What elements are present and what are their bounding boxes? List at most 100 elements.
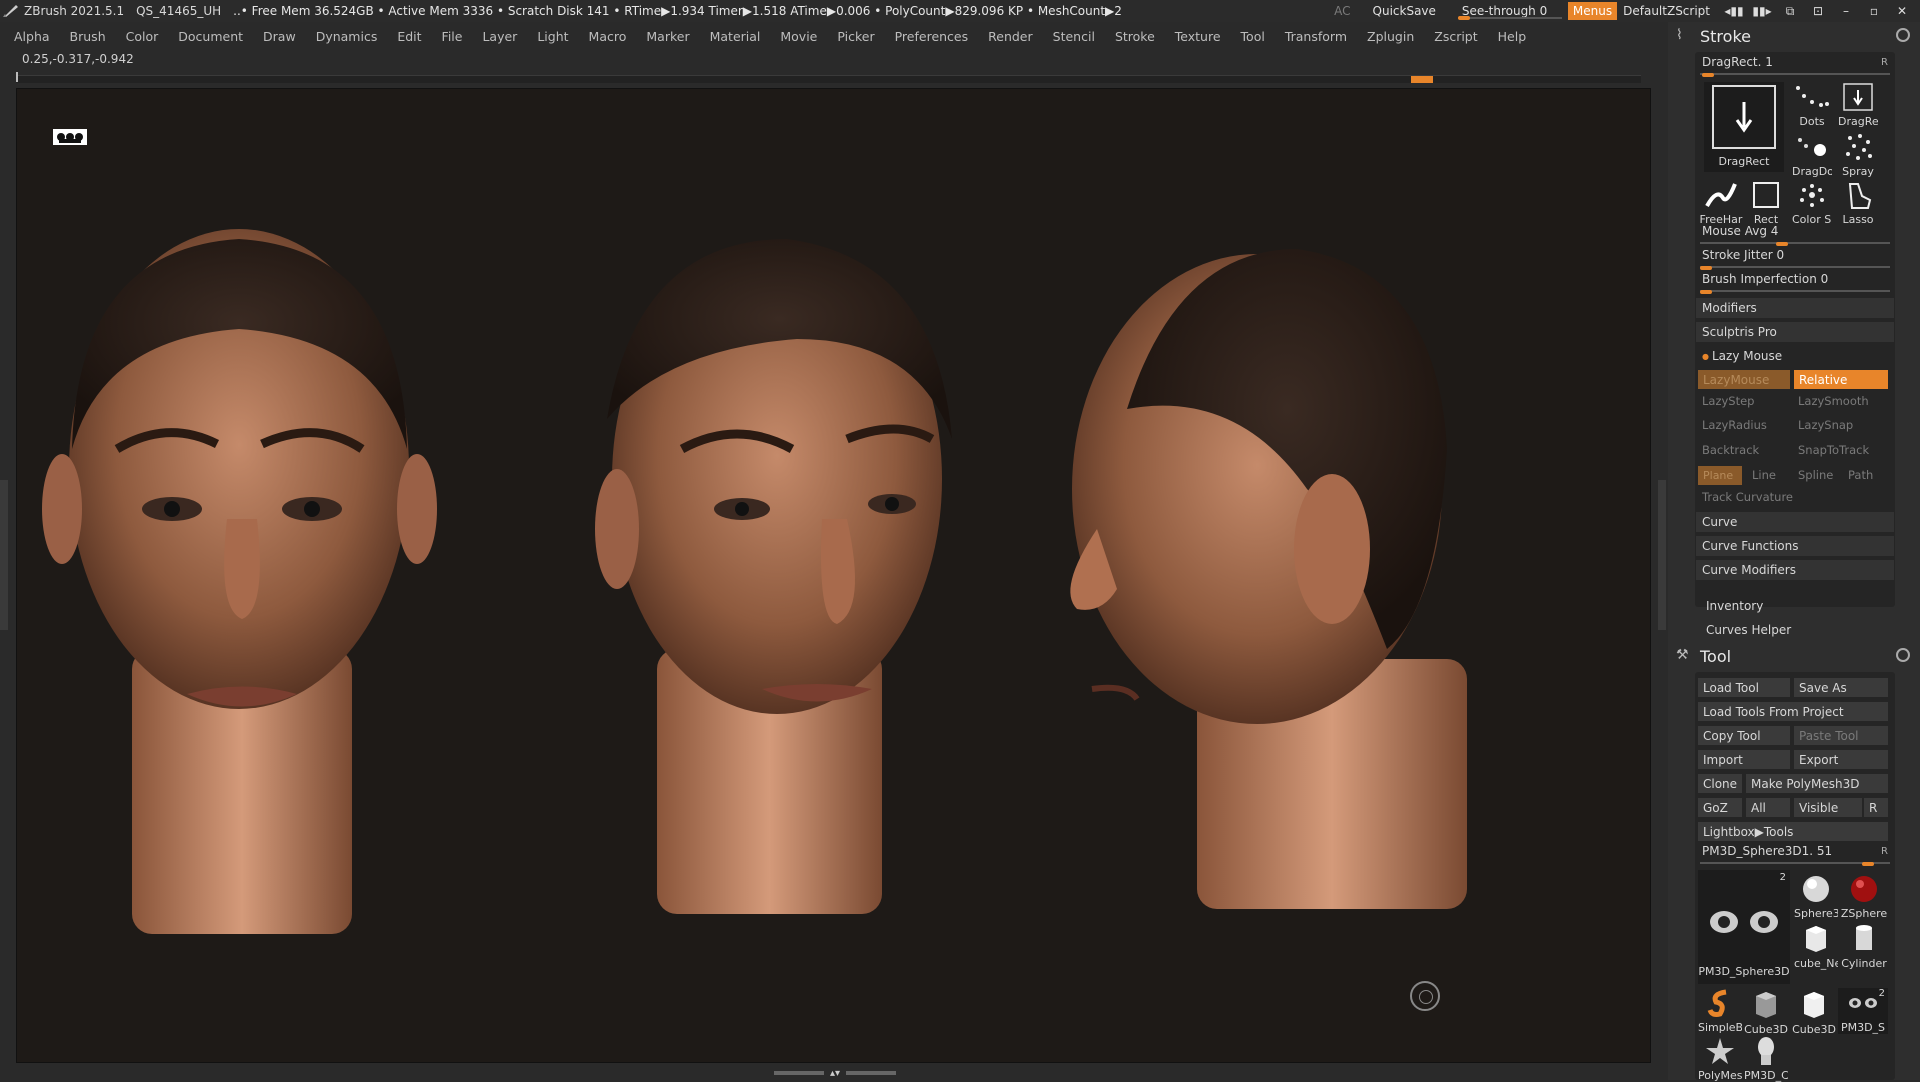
menu-picker[interactable]: Picker (837, 29, 874, 44)
timeline-marker[interactable] (1411, 76, 1433, 83)
import-button[interactable]: Import (1698, 750, 1790, 769)
path-toggle[interactable]: Path (1848, 468, 1873, 482)
load-tool-button[interactable]: Load Tool (1698, 678, 1790, 697)
line-toggle[interactable]: Line (1752, 468, 1776, 482)
menu-zscript[interactable]: Zscript (1434, 29, 1477, 44)
curve-subpalette[interactable]: Curve (1696, 512, 1894, 532)
menu-zplugin[interactable]: Zplugin (1367, 29, 1414, 44)
tool-polymesh-star[interactable]: PolyMes (1698, 1036, 1742, 1082)
expand-arrows-icon[interactable]: ▴▾ (830, 1068, 840, 1079)
menu-alpha[interactable]: Alpha (14, 29, 50, 44)
quicksave-button[interactable]: QuickSave (1373, 4, 1436, 18)
goz-button[interactable]: GoZ (1698, 798, 1742, 817)
menu-file[interactable]: File (442, 29, 463, 44)
snaptotrack-toggle[interactable]: SnapToTrack (1798, 443, 1869, 457)
window-restore-layout-icon[interactable]: ⊡ (1808, 4, 1828, 18)
menu-render[interactable]: Render (988, 29, 1033, 44)
lazysnap-slider[interactable]: LazySnap (1798, 418, 1853, 432)
menu-brush[interactable]: Brush (70, 29, 106, 44)
tool-simplebrush[interactable]: SimpleB (1698, 988, 1742, 1034)
menu-material[interactable]: Material (710, 29, 761, 44)
tool-pm3d-c-head[interactable]: PM3D_C (1744, 1036, 1788, 1082)
menu-marker[interactable]: Marker (646, 29, 689, 44)
lazyradius-slider[interactable]: LazyRadius (1702, 418, 1767, 432)
menu-edit[interactable]: Edit (397, 29, 421, 44)
inventory-subpalette[interactable]: Inventory (1700, 596, 1898, 616)
menu-document[interactable]: Document (178, 29, 243, 44)
stroke-dragrec-small[interactable]: DragRec (1838, 82, 1878, 128)
stroke-dragdot[interactable]: DragDo (1792, 132, 1832, 178)
modifiers-subpalette[interactable]: Modifiers (1696, 298, 1894, 318)
tool-cylinder[interactable]: Cylinder (1840, 922, 1888, 970)
minimize-icon[interactable]: – (1836, 4, 1856, 18)
menu-stencil[interactable]: Stencil (1053, 29, 1095, 44)
stroke-dots[interactable]: Dots (1792, 82, 1832, 128)
maximize-icon[interactable]: ▫ (1864, 4, 1884, 18)
track-curvature-slider[interactable]: Track Curvature (1702, 490, 1793, 504)
current-tool-selector[interactable]: PM3D_Sphere3D1. 51 R (1696, 844, 1894, 866)
dragrect-r-button[interactable]: R (1881, 57, 1888, 68)
brush-imperfection-slider[interactable]: Brush Imperfection 0 (1696, 272, 1894, 294)
save-as-button[interactable]: Save As (1794, 678, 1888, 697)
menus-button[interactable]: Menus (1567, 2, 1618, 20)
tool-cube3d-white[interactable]: Cube3D (1792, 988, 1836, 1036)
stroke-spray[interactable]: Spray (1838, 132, 1878, 178)
stroke-rect[interactable]: Rect (1746, 180, 1786, 226)
stroke-reset-icon[interactable] (1896, 28, 1910, 42)
curves-helper-subpalette[interactable]: Curves Helper (1700, 620, 1898, 640)
document-canvas[interactable] (16, 88, 1651, 1063)
relative-toggle[interactable]: Relative (1794, 370, 1888, 389)
menu-stroke[interactable]: Stroke (1115, 29, 1155, 44)
paste-tool-button[interactable]: Paste Tool (1794, 726, 1888, 745)
menu-color[interactable]: Color (126, 29, 159, 44)
lazysmooth-slider[interactable]: LazySmooth (1798, 394, 1869, 408)
lazymouse-toggle[interactable]: LazyMouse (1698, 370, 1790, 389)
see-through-slider[interactable]: See-through 0 (1457, 2, 1562, 20)
load-tools-from-project-button[interactable]: Load Tools From Project (1698, 702, 1888, 721)
layout-next-icon[interactable]: ▮▮▸ (1752, 4, 1772, 18)
menu-tool[interactable]: Tool (1241, 29, 1265, 44)
menu-macro[interactable]: Macro (589, 29, 627, 44)
timeline-track[interactable] (16, 72, 1641, 83)
bottom-tray-handle[interactable]: ▴▾ (770, 1068, 900, 1079)
lazy-mouse-subpalette[interactable]: ● Lazy Mouse (1696, 346, 1894, 366)
tool-sphere3d[interactable]: Sphere3 (1794, 874, 1838, 920)
dragrect-selector[interactable]: DragRect. 1 R (1696, 55, 1894, 77)
lazystep-slider[interactable]: LazyStep (1702, 394, 1754, 408)
default-zscript-button[interactable]: DefaultZScript (1623, 4, 1710, 18)
layout-prev-icon[interactable]: ◂▮▮ (1724, 4, 1744, 18)
current-tool-r-button[interactable]: R (1881, 846, 1888, 857)
copy-tool-button[interactable]: Copy Tool (1698, 726, 1790, 745)
stroke-colorspray[interactable]: Color Sp (1792, 180, 1832, 226)
sculptris-pro-subpalette[interactable]: Sculptris Pro (1696, 322, 1894, 342)
stroke-palette-header[interactable]: ⌇ Stroke (1668, 22, 1920, 50)
window-layout-icon[interactable]: ⧉ (1780, 4, 1800, 18)
menu-movie[interactable]: Movie (780, 29, 817, 44)
goz-all-button[interactable]: All (1746, 798, 1790, 817)
tool-cube-new[interactable]: cube_Ne (1794, 922, 1838, 970)
menu-draw[interactable]: Draw (263, 29, 296, 44)
menu-layer[interactable]: Layer (482, 29, 517, 44)
menu-dynamics[interactable]: Dynamics (316, 29, 378, 44)
backtrack-toggle[interactable]: Backtrack (1702, 443, 1759, 457)
clone-button[interactable]: Clone (1698, 774, 1742, 793)
tool-reset-icon[interactable] (1896, 648, 1910, 662)
tool-palette-header[interactable]: ⚒ Tool (1668, 642, 1920, 670)
stroke-jitter-slider[interactable]: Stroke Jitter 0 (1696, 248, 1894, 270)
menu-preferences[interactable]: Preferences (895, 29, 969, 44)
tool-pm3d-s[interactable]: 2 PM3D_S (1838, 988, 1888, 1034)
ac-button[interactable]: AC (1334, 4, 1350, 18)
menu-transform[interactable]: Transform (1285, 29, 1347, 44)
menu-texture[interactable]: Texture (1175, 29, 1221, 44)
plane-toggle[interactable]: Plane (1698, 466, 1742, 485)
tool-cube3d-grey[interactable]: Cube3D (1744, 988, 1788, 1036)
curve-functions-subpalette[interactable]: Curve Functions (1696, 536, 1894, 556)
mouse-avg-slider[interactable]: Mouse Avg 4 (1696, 224, 1894, 246)
close-icon[interactable]: ✕ (1892, 4, 1912, 18)
goz-visible-button[interactable]: Visible (1794, 798, 1862, 817)
tool-pm3d-sphere3d-current[interactable]: 2 PM3D_Sphere3D (1698, 870, 1790, 984)
menu-light[interactable]: Light (537, 29, 568, 44)
stroke-freehand[interactable]: FreeHar (1698, 180, 1744, 226)
curve-modifiers-subpalette[interactable]: Curve Modifiers (1696, 560, 1894, 580)
stroke-dragrect-big[interactable]: DragRect (1704, 82, 1784, 172)
